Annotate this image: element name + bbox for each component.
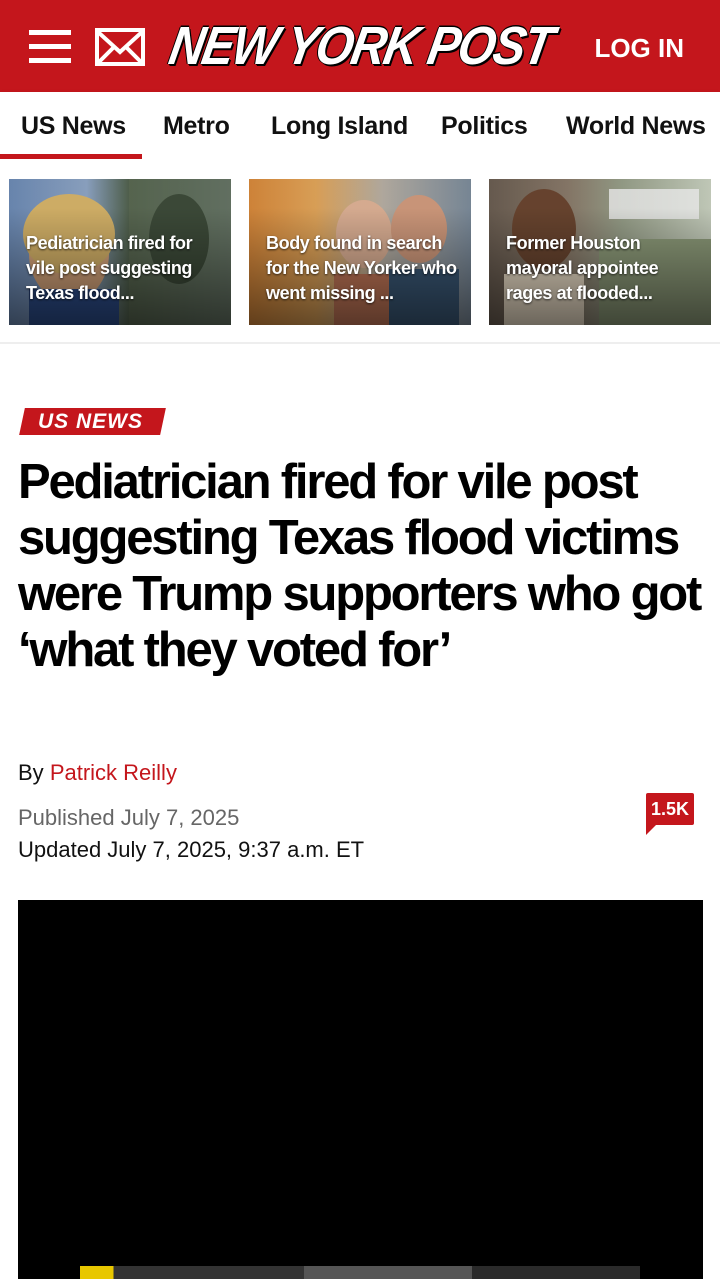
story-card[interactable]: Body found in search for the New Yorker … bbox=[249, 179, 471, 325]
comments-button[interactable]: 1.5K bbox=[646, 793, 694, 835]
story-card-caption: Former Houston mayoral appointee rages a… bbox=[506, 233, 659, 303]
tab-world-news[interactable]: World News bbox=[566, 112, 706, 141]
byline-prefix: By bbox=[18, 760, 44, 785]
story-card[interactable]: Pediatrician fired for vile post suggest… bbox=[9, 179, 231, 325]
section-tag-label: US NEWS bbox=[38, 410, 144, 433]
published-date: Published July 7, 2025 bbox=[18, 805, 240, 830]
tab-us-news[interactable]: US News bbox=[21, 112, 126, 141]
story-card-caption: Pediatrician fired for vile post suggest… bbox=[26, 233, 193, 303]
hamburger-menu-icon[interactable] bbox=[29, 30, 71, 64]
article-headline: Pediatrician fired for vile post suggest… bbox=[18, 455, 702, 677]
video-thumbnail bbox=[80, 1266, 640, 1279]
section-tag[interactable]: US NEWS bbox=[19, 408, 166, 435]
section-nav: US News Metro Long Island Politics World… bbox=[0, 92, 720, 162]
site-logo[interactable]: NEW YORK POST bbox=[165, 16, 557, 75]
login-button[interactable]: LOG IN bbox=[594, 33, 684, 64]
comment-count: 1.5K bbox=[650, 799, 690, 819]
author-link[interactable]: Patrick Reilly bbox=[50, 760, 177, 785]
logo-text: NEW YORK POST bbox=[165, 16, 557, 76]
related-stories-strip: Pediatrician fired for vile post suggest… bbox=[0, 162, 720, 344]
byline: By Patrick Reilly bbox=[18, 760, 177, 786]
story-card[interactable]: Former Houston mayoral appointee rages a… bbox=[489, 179, 711, 325]
envelope-icon[interactable] bbox=[95, 28, 145, 66]
tab-long-island[interactable]: Long Island bbox=[271, 112, 408, 141]
tab-metro[interactable]: Metro bbox=[163, 112, 230, 141]
tab-politics[interactable]: Politics bbox=[441, 112, 528, 141]
site-header: NEW YORK POST LOG IN bbox=[0, 0, 720, 92]
active-tab-indicator bbox=[0, 154, 142, 159]
updated-date: Updated July 7, 2025, 9:37 a.m. ET bbox=[18, 837, 365, 862]
story-card-caption: Body found in search for the New Yorker … bbox=[266, 233, 457, 303]
video-player[interactable] bbox=[18, 900, 703, 1279]
